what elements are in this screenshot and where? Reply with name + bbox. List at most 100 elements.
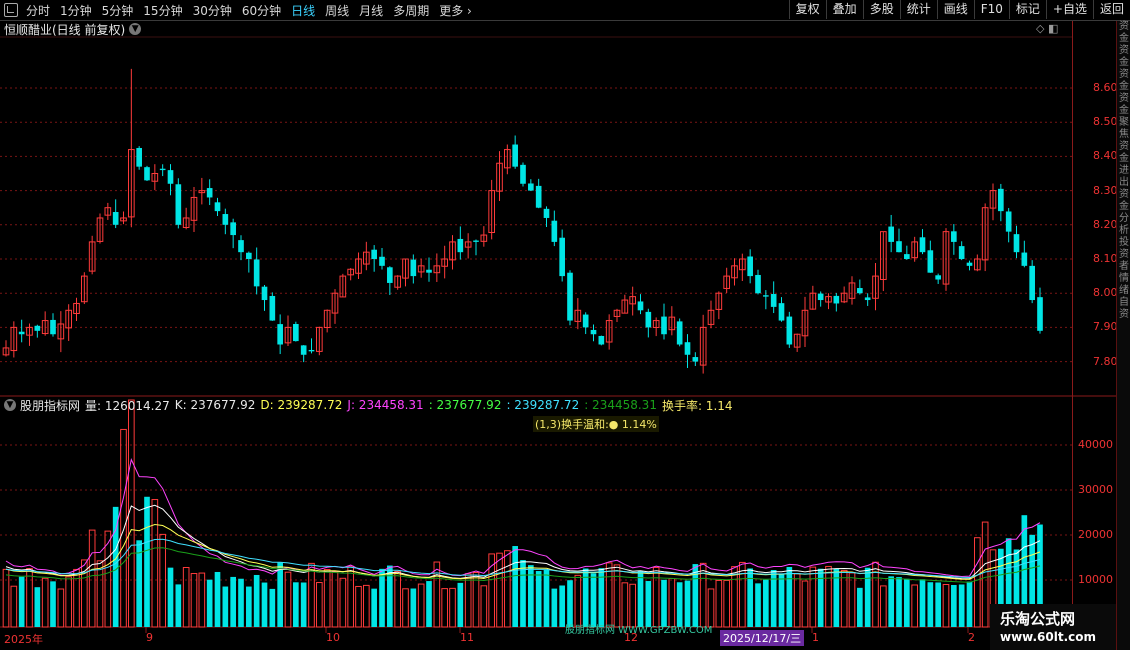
- volume-bar-down: [112, 506, 119, 627]
- candle-down: [144, 167, 150, 181]
- date-tick: 1: [812, 631, 819, 644]
- candle-down: [598, 335, 605, 345]
- candle-down: [253, 259, 260, 287]
- volume-bar-up: [652, 566, 660, 628]
- candle-down: [645, 311, 652, 328]
- kline-chart[interactable]: [0, 0, 1130, 650]
- volume-tick: 40000: [1078, 438, 1113, 451]
- candle-down: [676, 321, 683, 345]
- volume-bar-down: [230, 576, 236, 627]
- volume-bar-up: [801, 580, 809, 628]
- volume-bar-up: [433, 561, 441, 628]
- candle-down: [888, 226, 894, 242]
- price-tick: 8.10: [1093, 252, 1118, 265]
- volume-bar-down: [888, 576, 894, 627]
- volume-bar-up: [2, 568, 10, 628]
- volume-bar-up: [57, 588, 65, 628]
- volume-bar-down: [864, 567, 871, 627]
- date-tick: 11: [460, 631, 474, 644]
- candle-down: [864, 297, 871, 301]
- price-tick: 8.60: [1093, 81, 1118, 94]
- candle-down: [18, 331, 25, 335]
- candle-down: [935, 275, 941, 280]
- side-strip-char: 者: [1119, 261, 1129, 272]
- volume-bar-down: [661, 579, 667, 627]
- candle-down: [904, 254, 910, 259]
- candle-down: [786, 316, 793, 345]
- price-tick: 8.40: [1093, 149, 1118, 163]
- side-strip-char: 资: [1119, 249, 1129, 260]
- candle-down: [817, 293, 824, 301]
- side-strip-char: 金: [1119, 81, 1129, 92]
- candle-down: [175, 184, 182, 225]
- side-strip-char: 资: [1119, 21, 1129, 32]
- watermark-text: 股朋指标网 WWW.GPZBW.COM: [565, 625, 713, 636]
- volume-bar-up: [472, 572, 480, 628]
- date-tick: 2: [968, 631, 975, 644]
- volume-bar-up: [323, 568, 331, 628]
- volume-bar-down: [206, 579, 213, 627]
- volume-bar-up: [942, 584, 950, 628]
- candle-down: [857, 288, 863, 294]
- volume-bar-up: [88, 529, 96, 628]
- value-1: : 237677.92: [428, 398, 502, 412]
- volume-bar-down: [637, 570, 644, 627]
- side-strip-char: 自: [1119, 297, 1129, 308]
- volume-bar-down: [269, 588, 276, 627]
- candle-down: [543, 208, 550, 218]
- candle-down: [661, 316, 667, 335]
- volume-bar-up: [182, 567, 190, 628]
- side-panel-strip[interactable]: 资金资金资金资金聚焦资金进出资金分析投资者情绪自资: [1116, 21, 1130, 650]
- volume-bar-down: [144, 496, 150, 627]
- side-strip-char: 资: [1119, 69, 1129, 80]
- candle-down: [590, 329, 597, 335]
- price-tick: 8.00: [1093, 286, 1118, 300]
- candle-down: [512, 144, 518, 167]
- volume-bar-down: [763, 579, 769, 627]
- volume-tick: 30000: [1078, 483, 1113, 496]
- volume-bar-down: [927, 582, 934, 627]
- candle-down: [222, 214, 229, 225]
- chevron-down-icon[interactable]: ▼: [4, 399, 16, 411]
- volume-bar-down: [277, 562, 283, 627]
- side-strip-char: 情: [1119, 273, 1129, 284]
- candle-down: [919, 237, 926, 253]
- side-strip-char: 资: [1119, 141, 1129, 152]
- volume-bar-up: [41, 577, 49, 628]
- side-strip-char: 出: [1119, 177, 1129, 188]
- value-2: : 239287.72: [506, 398, 580, 412]
- price-tick: 7.80: [1093, 354, 1118, 368]
- candle-down: [747, 256, 753, 277]
- j-value: J: 234458.31: [347, 398, 424, 412]
- price-tick: 8.20: [1093, 217, 1118, 231]
- candle-down: [1037, 297, 1043, 331]
- candle-down: [684, 342, 691, 355]
- volume-bar-down: [50, 581, 56, 627]
- volume-bar-up: [825, 565, 832, 628]
- side-strip-char: 金: [1119, 33, 1129, 44]
- brand-name: 乐淘公式网: [1000, 610, 1076, 628]
- indicator-legend: ▼ 股朋指标网 量: 126014.27 K: 237677.92 D: 239…: [4, 397, 738, 413]
- candle-down: [520, 164, 526, 184]
- candle-down: [958, 246, 965, 259]
- volume-bar-down: [951, 584, 957, 627]
- volume-bar-down: [371, 588, 377, 627]
- volume-bar-up: [402, 588, 409, 628]
- volume-bar-down: [567, 580, 573, 627]
- volume-bar-up: [363, 584, 370, 628]
- brand-url: www.60lt.com: [1000, 630, 1097, 644]
- candle-down: [50, 319, 56, 335]
- volume-bar-up: [981, 521, 989, 628]
- side-strip-char: 金: [1119, 153, 1129, 164]
- side-strip-char: 进: [1119, 165, 1129, 176]
- date-tick: 10: [326, 631, 340, 644]
- volume-bar-down: [543, 569, 550, 627]
- candle-down: [833, 295, 840, 304]
- candle-down: [1029, 265, 1035, 301]
- volume-bar-up: [96, 560, 104, 628]
- volume-bar-down: [747, 568, 753, 627]
- indicator-name: 股朋指标网: [20, 398, 81, 413]
- volume-bar-down: [958, 584, 965, 627]
- volume-bar-up: [840, 569, 848, 628]
- volume-bar-up: [848, 572, 856, 628]
